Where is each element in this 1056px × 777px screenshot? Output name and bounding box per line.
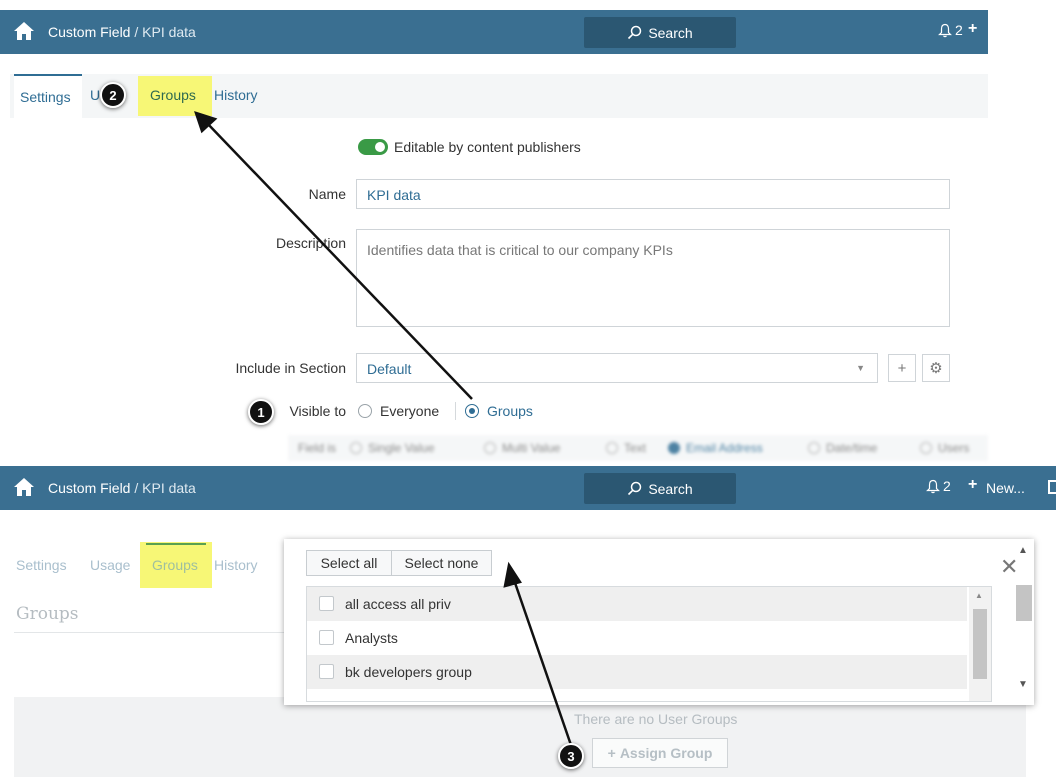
arrow-line <box>511 576 574 749</box>
step-marker: 3 <box>558 743 584 769</box>
annotation-arrows <box>194 111 574 749</box>
arrow-line <box>205 121 473 400</box>
step-marker: 1 <box>248 399 274 425</box>
step-marker: 2 <box>100 82 126 108</box>
arrowhead <box>503 561 522 588</box>
